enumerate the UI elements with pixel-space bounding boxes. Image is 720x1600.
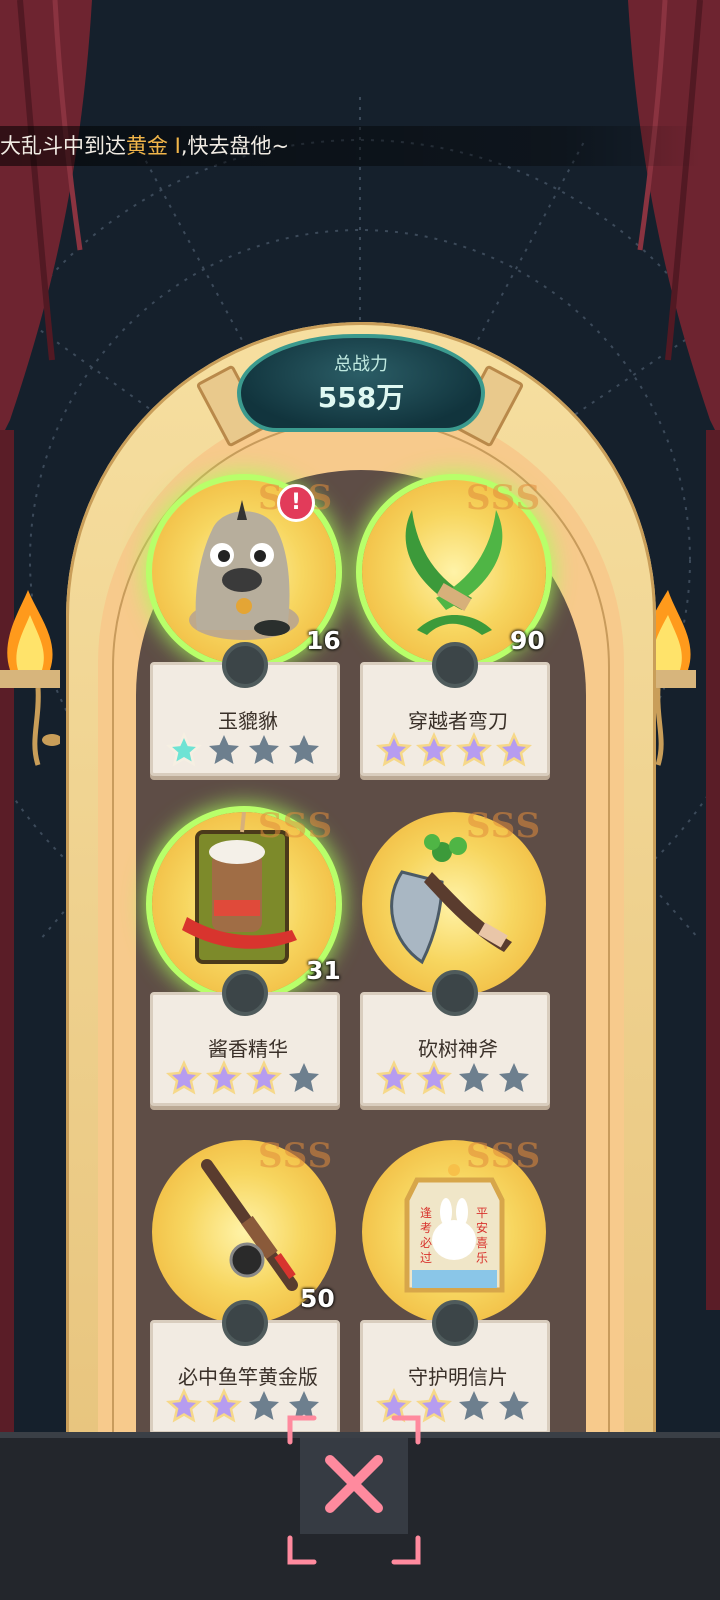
star-empty-icon xyxy=(289,1063,319,1092)
close-button-corners xyxy=(287,1415,421,1565)
item-name: 守护明信片 xyxy=(408,1365,508,1389)
total-power-label: 总战力 xyxy=(334,354,388,375)
card-knob xyxy=(432,970,478,1016)
star-filled-icon xyxy=(165,1387,203,1423)
item-name: 砍树神斧 xyxy=(418,1037,498,1061)
item-count: 16 xyxy=(306,626,341,655)
left-torch-icon xyxy=(0,590,60,766)
item-name: 穿越者弯刀 xyxy=(408,709,508,733)
star-filled-icon xyxy=(165,731,203,767)
grade-label: SSS xyxy=(466,478,542,518)
star-empty-icon xyxy=(249,735,279,764)
grade-label: SSS xyxy=(466,806,542,846)
star-filled-icon xyxy=(205,1387,243,1423)
star-filled-icon xyxy=(245,1059,283,1095)
total-power-value: 558万 xyxy=(317,381,405,414)
star-filled-icon xyxy=(165,1059,203,1095)
star-filled-icon xyxy=(375,731,413,767)
item-name: 玉貔貅 xyxy=(218,709,278,733)
ticker-text-before: 大乱斗中到达 xyxy=(0,134,126,158)
star-filled-icon xyxy=(495,731,533,767)
card-knob xyxy=(432,1300,478,1346)
announcement-ticker: 大乱斗中到达黄金 I,快去盘他~ xyxy=(0,126,700,166)
star-empty-icon xyxy=(289,735,319,764)
star-empty-icon xyxy=(249,1391,279,1420)
card-knob xyxy=(222,642,268,688)
star-empty-icon xyxy=(499,1391,529,1420)
star-rating xyxy=(165,1059,326,1096)
star-empty-icon xyxy=(459,1063,489,1092)
item-name: 必中鱼竿黄金版 xyxy=(178,1365,318,1389)
star-rating xyxy=(375,731,536,768)
card-knob xyxy=(432,642,478,688)
item-name: 酱香精华 xyxy=(208,1037,288,1061)
ticker-highlight: 黄金 I xyxy=(126,134,181,158)
star-rating xyxy=(165,731,326,768)
star-filled-icon xyxy=(415,731,453,767)
item-count: 90 xyxy=(510,626,545,655)
star-empty-icon xyxy=(499,1063,529,1092)
star-filled-icon xyxy=(375,1059,413,1095)
item-count: 31 xyxy=(306,956,341,985)
card-knob xyxy=(222,1300,268,1346)
grade-label: SSS xyxy=(258,1136,334,1176)
item-count: 50 xyxy=(300,1284,335,1313)
star-empty-icon xyxy=(459,1391,489,1420)
ticker-text-after: ,快去盘他~ xyxy=(180,134,290,158)
grade-label: SSS xyxy=(258,806,334,846)
charm-text-left: 逢考必过 xyxy=(420,1206,433,1265)
charm-text-right: 平安喜乐 xyxy=(476,1206,489,1265)
star-empty-icon xyxy=(209,735,239,764)
star-filled-icon xyxy=(205,1059,243,1095)
alert-badge-icon: ! xyxy=(277,484,315,522)
card-knob xyxy=(222,970,268,1016)
grade-label: SSS xyxy=(466,1136,542,1176)
star-filled-icon xyxy=(455,731,493,767)
star-rating xyxy=(375,1059,536,1096)
star-filled-icon xyxy=(415,1059,453,1095)
